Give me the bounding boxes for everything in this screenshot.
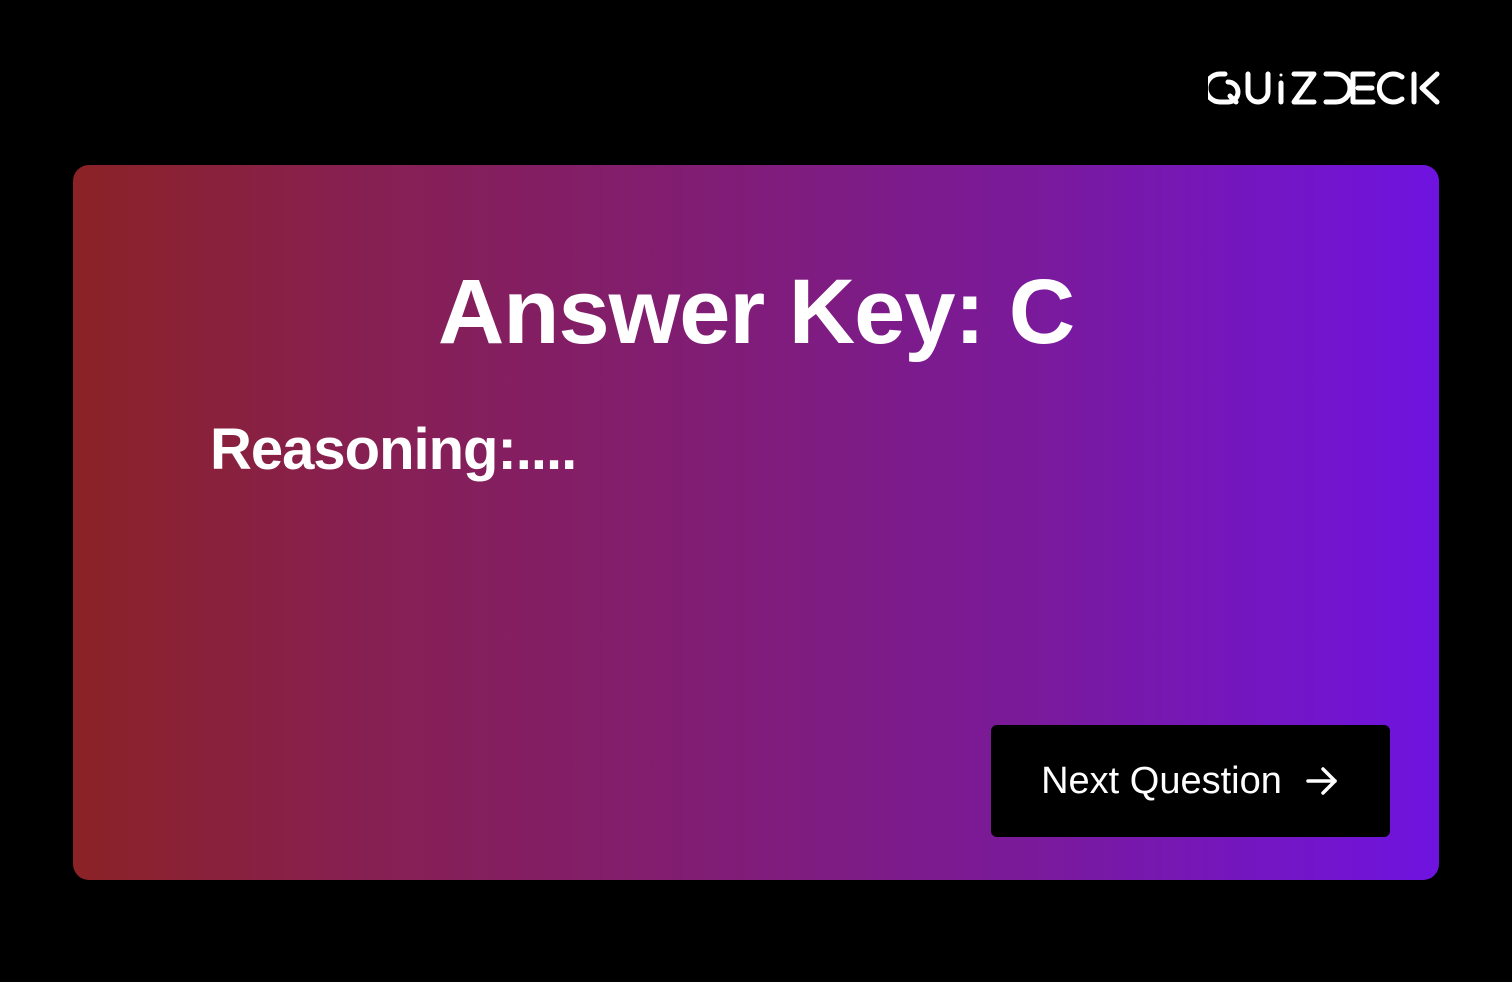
answer-card: Answer Key: C Reasoning:.... Next Questi… [73, 165, 1439, 880]
quizdeck-logo-mark [1208, 71, 1440, 105]
next-question-button[interactable]: Next Question [991, 725, 1390, 837]
reasoning-text: Reasoning:.... [210, 417, 577, 482]
quizdeck-logo[interactable] [1208, 70, 1442, 106]
answer-key-title: Answer Key: C [437, 261, 1075, 363]
arrow-right-icon [1304, 763, 1340, 799]
next-question-label: Next Question [1041, 759, 1282, 802]
page: Answer Key: C Reasoning:.... Next Questi… [0, 0, 1512, 982]
